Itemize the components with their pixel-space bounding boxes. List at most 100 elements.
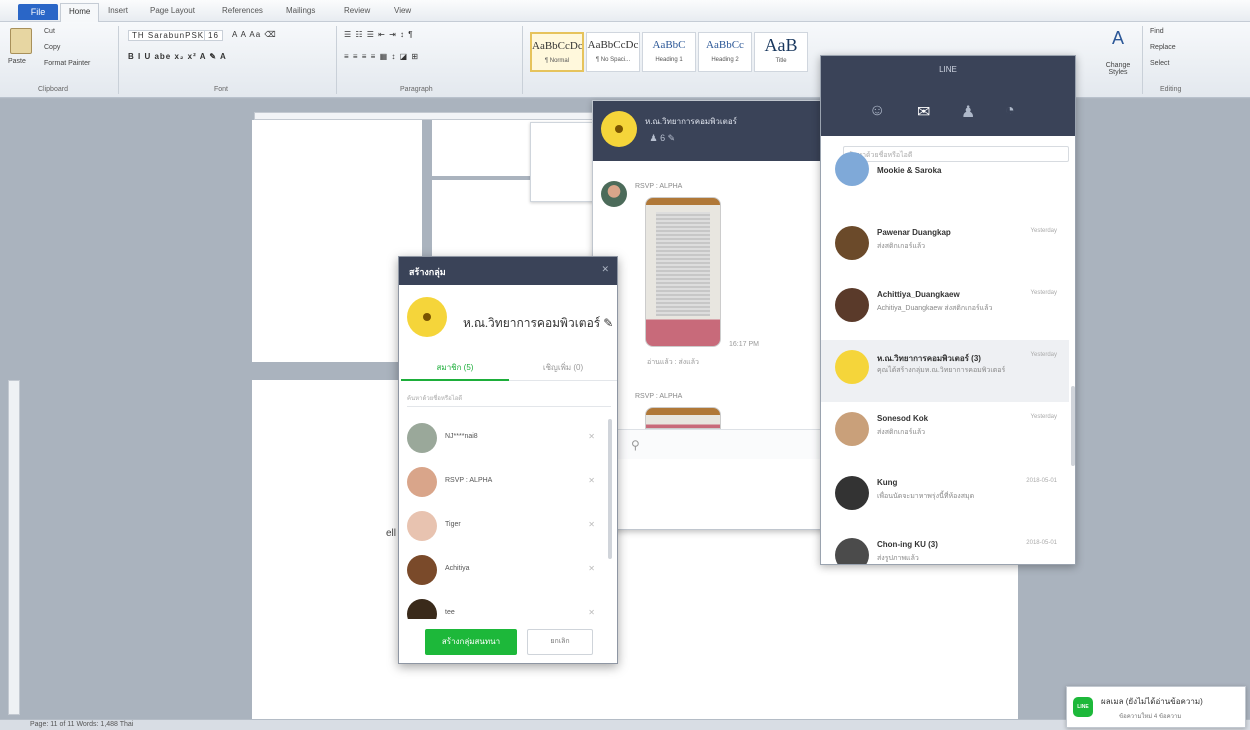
member-row[interactable]: Achitiya ✕ <box>399 549 609 593</box>
tab-mailings[interactable]: Mailings <box>286 6 315 15</box>
style-sample: AaBbCcDc <box>587 39 639 51</box>
document-page[interactable] <box>252 120 422 362</box>
add-friend-icon[interactable]: ♟ <box>961 102 975 122</box>
paste-icon[interactable] <box>10 28 32 54</box>
chat-input-bar[interactable]: ☺ ⚲ <box>593 429 839 459</box>
avatar <box>835 350 869 384</box>
attach-icon[interactable]: ⚲ <box>631 438 640 452</box>
cancel-button[interactable]: ยกเลิก <box>527 629 593 655</box>
create-group-dialog: สร้างกลุ่ม ✕ ห.ณ.วิทยาการคอมพิวเตอร์ ✎ ส… <box>398 256 618 664</box>
chat-time: 2018-05-01 <box>1026 540 1057 546</box>
more-icon[interactable]: ◔ <box>1005 102 1015 120</box>
tab-page-layout[interactable]: Page Layout <box>150 6 195 15</box>
divider <box>118 26 119 94</box>
scrollbar[interactable] <box>608 419 612 559</box>
line-app-icon: LINE <box>1073 697 1093 717</box>
copy-button[interactable]: Copy <box>44 44 60 51</box>
chat-list-item[interactable]: Mookie & Saroka <box>821 152 1069 202</box>
clipboard-group-label: Clipboard <box>38 86 68 93</box>
avatar[interactable] <box>601 181 627 207</box>
chat-time: Yesterday <box>1030 414 1057 420</box>
chat-name: ห.ณ.วิทยาการคอมพิวเตอร์ (3) <box>877 354 981 363</box>
avatar <box>835 226 869 260</box>
select-button[interactable]: Select <box>1150 60 1169 67</box>
remove-icon[interactable]: ✕ <box>588 476 595 485</box>
chat-list-item[interactable]: Sonesod Kok ส่งสติกเกอร์แล้ว Yesterday <box>821 402 1069 464</box>
format-painter-button[interactable]: Format Painter <box>44 60 90 67</box>
change-styles-icon[interactable]: A <box>1112 28 1124 49</box>
last-message: ส่งสติกเกอร์แล้ว <box>877 429 926 436</box>
find-button[interactable]: Find <box>1150 28 1164 35</box>
member-search-input[interactable]: ค้นหาด้วยชื่อหรือไอดี <box>407 389 611 407</box>
tab-invite[interactable]: เชิญเพิ่ม (0) <box>509 355 617 381</box>
create-group-button[interactable]: สร้างกลุ่มสนทนา <box>425 629 517 655</box>
align-icons[interactable]: ≡ ≡ ≡ ≡ ▦ ↕ ◪ ⊞ <box>344 52 419 61</box>
photo-message[interactable] <box>645 197 721 347</box>
last-message: Achitiya_Duangkaew ส่งสติกเกอร์แล้ว <box>877 305 993 312</box>
tab-review[interactable]: Review <box>344 6 370 15</box>
change-styles-button[interactable]: Change Styles <box>1098 62 1138 76</box>
cut-button[interactable]: Cut <box>44 28 55 35</box>
group-name[interactable]: ห.ณ.วิทยาการคอมพิวเตอร์ ✎ <box>463 314 613 333</box>
replace-button[interactable]: Replace <box>1150 44 1176 51</box>
chat-name: Kung <box>877 478 898 487</box>
style-normal[interactable]: AaBbCcDc ¶ Normal <box>530 32 584 72</box>
avatar <box>407 511 437 541</box>
notification-toast[interactable]: LINE ผลเมล (ยังไม่ได้อ่านข้อความ) ข้อควา… <box>1066 686 1246 728</box>
read-status: อ่านแล้ว : ส่งแล้ว <box>647 359 699 366</box>
tab-home[interactable]: Home <box>60 3 100 22</box>
remove-icon[interactable]: ✕ <box>588 564 595 573</box>
style-sample: AaBbCcDc <box>532 40 583 52</box>
photo-message[interactable] <box>645 407 721 429</box>
chat-name: Sonesod Kok <box>877 414 929 423</box>
avatar <box>407 599 437 619</box>
font-size-select[interactable]: 16 <box>204 30 223 41</box>
font-format-icons[interactable]: B I U abe x₂ x² A ✎ A <box>128 52 227 61</box>
group-avatar[interactable] <box>407 297 447 337</box>
tab-view[interactable]: View <box>394 6 411 15</box>
group-avatar[interactable] <box>601 111 637 147</box>
member-row[interactable]: tee ✕ <box>399 593 609 619</box>
avatar <box>407 423 437 453</box>
close-icon[interactable]: ✕ <box>601 264 609 275</box>
style-heading-1[interactable]: AaBbC Heading 1 <box>642 32 696 72</box>
avatar <box>835 288 869 322</box>
chat-list-item-selected[interactable]: ห.ณ.วิทยาการคอมพิวเตอร์ (3) คุณได้สร้างก… <box>821 340 1069 402</box>
editing-group-label: Editing <box>1160 86 1182 93</box>
tab-members[interactable]: สมาชิก (5) <box>401 355 509 381</box>
remove-icon[interactable]: ✕ <box>588 520 595 529</box>
remove-icon[interactable]: ✕ <box>588 432 595 441</box>
line-main-window: LINE ☺ ✉ ♟ ◔ ค้นหาด้วยชื่อหรือไอดี Mooki… <box>820 55 1076 565</box>
file-tab[interactable]: File <box>18 4 58 20</box>
tab-insert[interactable]: Insert <box>108 6 128 15</box>
chat-list-item[interactable]: Kung เพื่อนนัดจะมาหาพรุ่งนี้ที่ห้องสมุด … <box>821 466 1069 528</box>
member-count[interactable]: ♟ 6 ✎ <box>645 133 676 144</box>
message-sender: RSVP : ALPHA <box>635 183 683 190</box>
chat-list-item[interactable]: Chon-ing KU (3) ส่งรูปภาพแล้ว 2018-05-01 <box>821 528 1069 564</box>
list-icons[interactable]: ☰ ☷ ☰ ⇤ ⇥ ↕ ¶ <box>344 30 414 39</box>
chats-icon[interactable]: ✉ <box>917 102 930 122</box>
tab-references[interactable]: References <box>222 6 263 15</box>
style-no-spacing[interactable]: AaBbCcDc ¶ No Spaci... <box>586 32 640 72</box>
style-heading-2[interactable]: AaBbCc Heading 2 <box>698 32 752 72</box>
scrollbar[interactable] <box>1071 386 1075 466</box>
chat-time: Yesterday <box>1030 290 1057 296</box>
chat-name: Achittiya_Duangkaew <box>877 290 960 299</box>
member-row[interactable]: RSVP : ALPHA ✕ <box>399 461 609 505</box>
style-title[interactable]: AaB Title <box>754 32 808 72</box>
chat-name: Mookie & Saroka <box>877 166 942 175</box>
style-label: Heading 1 <box>655 57 683 63</box>
paste-button[interactable]: Paste <box>8 58 26 65</box>
member-name: NJ****nai8 <box>445 433 478 440</box>
friends-icon[interactable]: ☺ <box>869 102 885 120</box>
chat-list-item[interactable]: Achittiya_Duangkaew Achitiya_Duangkaew ส… <box>821 278 1069 340</box>
chat-list-item[interactable]: Pawenar Duangkap ส่งสติกเกอร์แล้ว Yester… <box>821 216 1069 278</box>
remove-icon[interactable]: ✕ <box>588 608 595 617</box>
member-row[interactable]: Tiger ✕ <box>399 505 609 549</box>
last-message: คุณได้สร้างกลุ่มห.ณ.วิทยาการคอมพิวเตอร์ <box>877 367 1006 374</box>
divider <box>1142 26 1143 94</box>
font-grow-icons[interactable]: A A Aa ⌫ <box>232 30 277 39</box>
font-name-select[interactable]: TH SarabunPSK <box>128 30 209 41</box>
member-row[interactable]: NJ****nai8 ✕ <box>399 417 609 461</box>
toast-message: ข้อความใหม่ 4 ข้อความ <box>1119 714 1182 720</box>
